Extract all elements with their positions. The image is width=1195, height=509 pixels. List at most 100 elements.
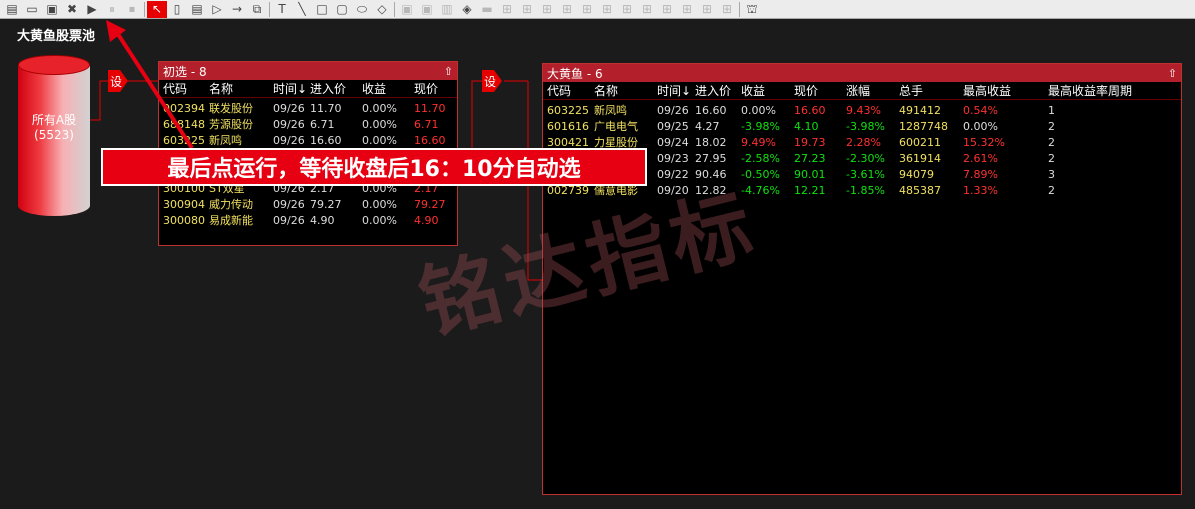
table-cell: 90.01 [794,167,826,181]
table-row[interactable]: 603225 新凤鸣 09/26 16.60 0.00% 16.60 9.43% 491412… [543,102,1181,118]
table-cell: 11.70 [414,101,446,115]
table-cell: 2 [1048,151,1055,165]
col-header[interactable]: 代码 [543,82,594,99]
all-a-shares-cylinder[interactable]: 所有A股 (5523) [18,55,90,216]
table-cell: 新凤鸣 [594,104,627,117]
table-cell: 09/25 [657,119,689,133]
col-header[interactable]: 现价 [794,82,846,99]
table-row[interactable]: 601616 广电电气 09/25 4.27 -3.98% 4.10 -3.98% 12877… [543,118,1181,134]
table-cell: 09/26 [273,117,305,131]
table-row[interactable]: 688148 芳源股份 09/26 6.71 0.00% 6.71 [159,116,457,132]
align-icon[interactable]: ⊞ [637,1,657,18]
table-cell: 2.61% [963,151,998,165]
fill-color-icon[interactable]: ◈ [457,1,477,18]
align-icon[interactable]: ⊞ [557,1,577,18]
play-icon[interactable]: ▷ [207,1,227,18]
table-cell: 0.00% [963,119,998,133]
collapse-up-icon[interactable]: ⇧ [444,65,457,78]
new-file-icon[interactable]: ▤ [2,1,22,18]
pool-title: 大黄鱼股票池 [17,29,96,44]
delete-icon[interactable]: ✖ [62,1,82,18]
align-icon[interactable]: ⊞ [617,1,637,18]
table-cell: 485387 [899,183,941,197]
table-cell: 3 [1048,167,1055,181]
toolbar-separator [394,1,395,17]
table-cell: 4.10 [794,119,819,133]
table-cell: -1.85% [846,183,885,197]
table-cell: 79.27 [310,197,342,211]
align-icon[interactable]: ⊞ [577,1,597,18]
table-cell: 1287748 [899,119,948,133]
align-icon[interactable]: ⊞ [657,1,677,18]
line-tool-icon[interactable]: ╲ [292,1,312,18]
align-icon[interactable]: ▣ [417,1,437,18]
document-icon[interactable]: ▤ [187,1,207,18]
col-header[interactable]: 时间↓ [273,80,310,97]
table-row[interactable]: 300080 易成新能 09/26 4.90 0.00% 4.90 [159,212,457,228]
rounded-rect-icon[interactable]: ▯ [167,1,187,18]
align-icon[interactable]: ⊞ [517,1,537,18]
rounded-rectangle-tool-icon[interactable]: ▢ [332,1,352,18]
align-icon[interactable]: ▣ [397,1,417,18]
table-cell: 15.32% [963,135,1005,149]
toolbar-separator [739,1,740,17]
col-header[interactable]: 进入价 [310,80,362,97]
select-pointer-icon[interactable]: ↖ [147,0,167,18]
table-cell: 16.60 [310,133,342,147]
col-header[interactable]: 收益 [741,82,794,99]
col-header[interactable]: 涨幅 [846,82,899,99]
col-header[interactable]: 总手 [899,82,963,99]
col-header[interactable]: 名称 [209,80,273,97]
align-icon[interactable]: ⊞ [677,1,697,18]
panel-header: 大黄鱼 - 6 ⇧ [543,64,1181,82]
align-icon[interactable]: ⊞ [697,1,717,18]
diamond-tool-icon[interactable]: ◇ [372,1,392,18]
col-header[interactable]: 名称 [594,82,657,99]
pause-icon[interactable]: ⏸ [102,1,122,18]
table-cell: 09/24 [657,135,689,149]
arrow-icon[interactable]: → [227,1,247,18]
col-header[interactable]: 最高收益率周期 [1048,82,1148,99]
table-cell: 09/23 [657,151,689,165]
align-icon[interactable]: ⊞ [537,1,557,18]
table-cell: 491412 [899,103,941,117]
stop-icon[interactable]: ⏹ [122,1,142,18]
rectangle-tool-icon[interactable]: □ [312,1,332,18]
align-icon[interactable]: ⊞ [597,1,617,18]
panel-title: 大黄鱼 - 6 [547,66,603,81]
table-row[interactable]: 300904 威力传动 09/26 79.27 0.00% 79.27 [159,196,457,212]
table-cell: 0.00% [362,117,397,131]
col-header[interactable]: 现价 [414,80,454,97]
table-header: 代码 名称 时间↓ 进入价 收益 现价 涨幅 总手 最高收益 最高收益率周期 [543,82,1181,100]
run-icon[interactable]: ▶ [82,1,102,18]
text-tool-icon[interactable]: T [272,1,292,18]
table-cell: 0.54% [963,103,998,117]
col-header[interactable]: 最高收益 [963,82,1048,99]
chart-icon[interactable]: ⛫ [742,1,762,18]
table-cell: 300904 [163,197,205,211]
col-header[interactable]: 收益 [362,80,414,97]
align-icon[interactable]: ▥ [437,1,457,18]
align-icon[interactable]: ⊞ [717,1,737,18]
table-cell: 16.60 [414,133,446,147]
table-cell: 6.71 [414,117,439,131]
col-header[interactable]: 进入价 [695,82,741,99]
table-cell: -0.50% [741,167,780,181]
copy-window-icon[interactable]: ⧉ [247,1,267,18]
save-icon[interactable]: ▣ [42,1,62,18]
open-folder-icon[interactable]: ▭ [22,1,42,18]
table-cell: 09/26 [657,103,689,117]
align-icon[interactable]: ▬ [477,1,497,18]
col-header[interactable]: 时间↓ [657,82,695,99]
table-cell: 16.60 [695,103,727,117]
set-button-2[interactable]: 设 [482,70,502,92]
align-icon[interactable]: ⊞ [497,1,517,18]
collapse-up-icon[interactable]: ⇧ [1168,67,1181,80]
table-row[interactable]: 603225 新凤鸣 09/26 16.60 0.00% 16.60 [159,132,457,148]
table-cell: 12.21 [794,183,826,197]
cylinder-bottom [18,195,90,216]
table-row[interactable]: 002394 联发股份 09/26 11.70 0.00% 11.70 [159,100,457,116]
table-cell: 11.70 [310,101,342,115]
table-cell: 2 [1048,135,1055,149]
ellipse-tool-icon[interactable]: ⬭ [352,1,372,18]
